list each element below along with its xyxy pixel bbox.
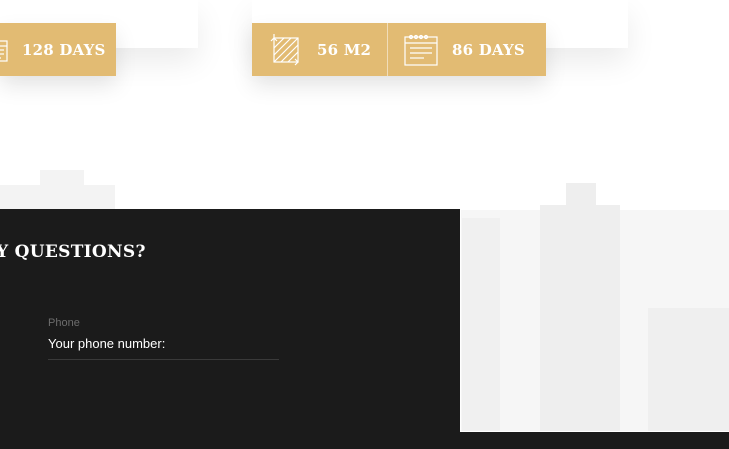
skyline-left-tower [40,170,84,210]
phone-field-label: Phone [48,317,80,329]
listing-1-days-value: 128 DAYS [22,40,106,59]
skyline-right-building [648,308,729,431]
area-icon [269,33,303,67]
phone-input-underline [48,359,279,360]
listing-2-days-stat: 86 DAYS [404,23,525,76]
skyline-right-tower [540,205,620,431]
listing-2-area-value: 56 M2 [317,40,372,59]
phone-input[interactable]: Your phone number: [48,336,165,351]
listing-2-area-stat: 56 M2 [269,23,371,76]
listing-1-stats-bar: 128 DAYS [0,23,116,76]
skyline-right-tower-top [566,183,596,208]
contact-heading: Y QUESTIONS? [0,242,146,262]
listing-1-days-stat: 128 DAYS [0,23,106,76]
calendar-icon [0,37,8,63]
footer-strip [460,432,729,449]
skyline-right-building-2 [462,218,500,431]
listing-2-stats-bar: 56 M2 86 DAYS [252,23,546,76]
stat-divider [387,23,388,76]
listing-2-days-value: 86 DAYS [452,40,525,59]
calendar-icon [404,33,438,67]
